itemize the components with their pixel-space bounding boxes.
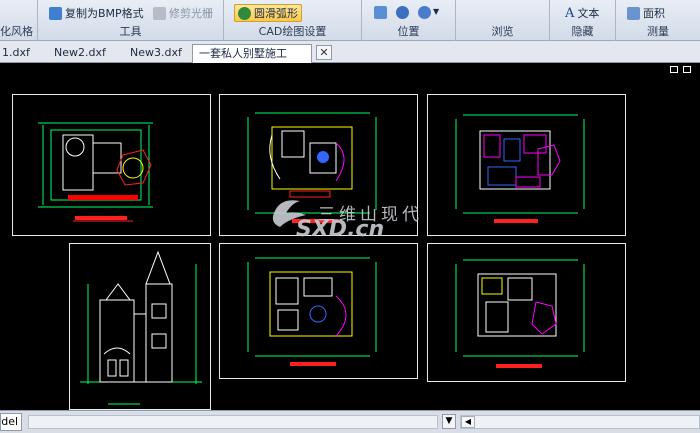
- maximize-icon[interactable]: [683, 66, 691, 73]
- ribbon-group-hide-label: 隐藏: [571, 25, 594, 38]
- watermark-en-text: SXD.cn: [296, 217, 385, 242]
- zoom-icon[interactable]: [396, 6, 409, 19]
- drawing-sheet-3[interactable]: [427, 94, 626, 236]
- ribbon-group-tools-label: 工具: [119, 25, 142, 38]
- drawing-sheet-6[interactable]: [427, 243, 626, 382]
- ribbon-group-cad-settings-label: CAD绘图设置: [258, 25, 327, 38]
- trim-raster-button[interactable]: 修剪光栅: [150, 4, 216, 22]
- smooth-arc-label: 圆滑弧形: [254, 7, 298, 20]
- ribbon-toolbar: 化风格 复制为BMP格式 修剪光栅 工具 圆滑弧形 CAD绘图设置 ▼ 位置 浏…: [0, 0, 700, 41]
- layout-tabs-scroll[interactable]: [28, 415, 438, 429]
- scroll-left-icon[interactable]: ◀: [461, 416, 475, 428]
- smooth-arc-button[interactable]: 圆滑弧形: [234, 4, 302, 22]
- close-tab-icon[interactable]: ✕: [316, 45, 332, 60]
- ribbon-group-style: 化风格: [0, 0, 38, 41]
- zoom-options-icon[interactable]: [418, 6, 431, 19]
- area-icon: [627, 6, 640, 20]
- chevron-down-icon[interactable]: ▼: [433, 7, 439, 16]
- ribbon-group-style-label[interactable]: 化风格: [0, 23, 37, 39]
- ribbon-group-tools: 复制为BMP格式 修剪光栅 工具: [38, 0, 224, 41]
- drawing-canvas[interactable]: 三维山现代 SXD.cn: [0, 63, 700, 410]
- smooth-arc-icon: [238, 6, 251, 20]
- area-button[interactable]: 面积: [624, 4, 668, 22]
- drawing-sheet-1[interactable]: [12, 94, 211, 236]
- area-label: 面积: [643, 7, 665, 20]
- trim-raster-label: 修剪光栅: [169, 7, 213, 20]
- model-tab-label: Model: [1, 415, 19, 428]
- ribbon-group-position-label: 位置: [397, 25, 420, 38]
- copy-as-bmp-label: 复制为BMP格式: [65, 7, 144, 20]
- copy-bmp-icon: [49, 6, 62, 20]
- horizontal-scrollbar[interactable]: [460, 415, 700, 429]
- tab-new3-dxf[interactable]: New3.dxf: [124, 44, 188, 63]
- dropdown-chevron-icon[interactable]: ▼: [442, 414, 456, 429]
- text-toggle-label: 文本: [577, 7, 600, 20]
- floor-plan-1-graphic: [38, 122, 153, 222]
- drawing-sheet-5[interactable]: [219, 243, 418, 379]
- drawing-sheet-elevation[interactable]: [69, 243, 211, 410]
- tab-villa-dwg[interactable]: 一套私人别墅施工图.dwg: [192, 44, 312, 78]
- ribbon-group-measure: 面积 测量: [616, 0, 700, 41]
- ribbon-group-browse: 浏览: [456, 0, 550, 41]
- elevation-graphic: [80, 250, 202, 405]
- tab-model[interactable]: Model: [0, 413, 22, 431]
- trim-raster-icon: [153, 6, 166, 20]
- floor-plan-5-graphic: [247, 257, 377, 366]
- ribbon-group-position: ▼ 位置: [362, 0, 456, 41]
- ribbon-group-cad-settings: 圆滑弧形 CAD绘图设置: [224, 0, 362, 41]
- tab-new2-dxf[interactable]: New2.dxf: [48, 44, 112, 63]
- document-tab-strip: 1.dxf New2.dxf New3.dxf 一套私人别墅施工图.dwg ✕: [0, 41, 700, 78]
- status-bar: Model ▼ ◀: [0, 410, 700, 433]
- text-toggle-button[interactable]: A 文本: [562, 4, 602, 22]
- ribbon-group-measure-label: 测量: [647, 25, 669, 38]
- cad-viewer-window: 化风格 复制为BMP格式 修剪光栅 工具 圆滑弧形 CAD绘图设置 ▼ 位置 浏…: [0, 0, 700, 433]
- restore-icon[interactable]: [670, 66, 678, 73]
- ribbon-group-browse-label: 浏览: [491, 25, 514, 38]
- text-icon: A: [565, 5, 575, 21]
- ribbon-group-hide: A 文本 隐藏: [550, 0, 616, 41]
- floor-plan-6-graphic: [455, 259, 585, 368]
- pan-icon[interactable]: [374, 6, 387, 19]
- copy-as-bmp-button[interactable]: 复制为BMP格式: [46, 4, 147, 22]
- floor-plan-3-graphic: [455, 114, 585, 223]
